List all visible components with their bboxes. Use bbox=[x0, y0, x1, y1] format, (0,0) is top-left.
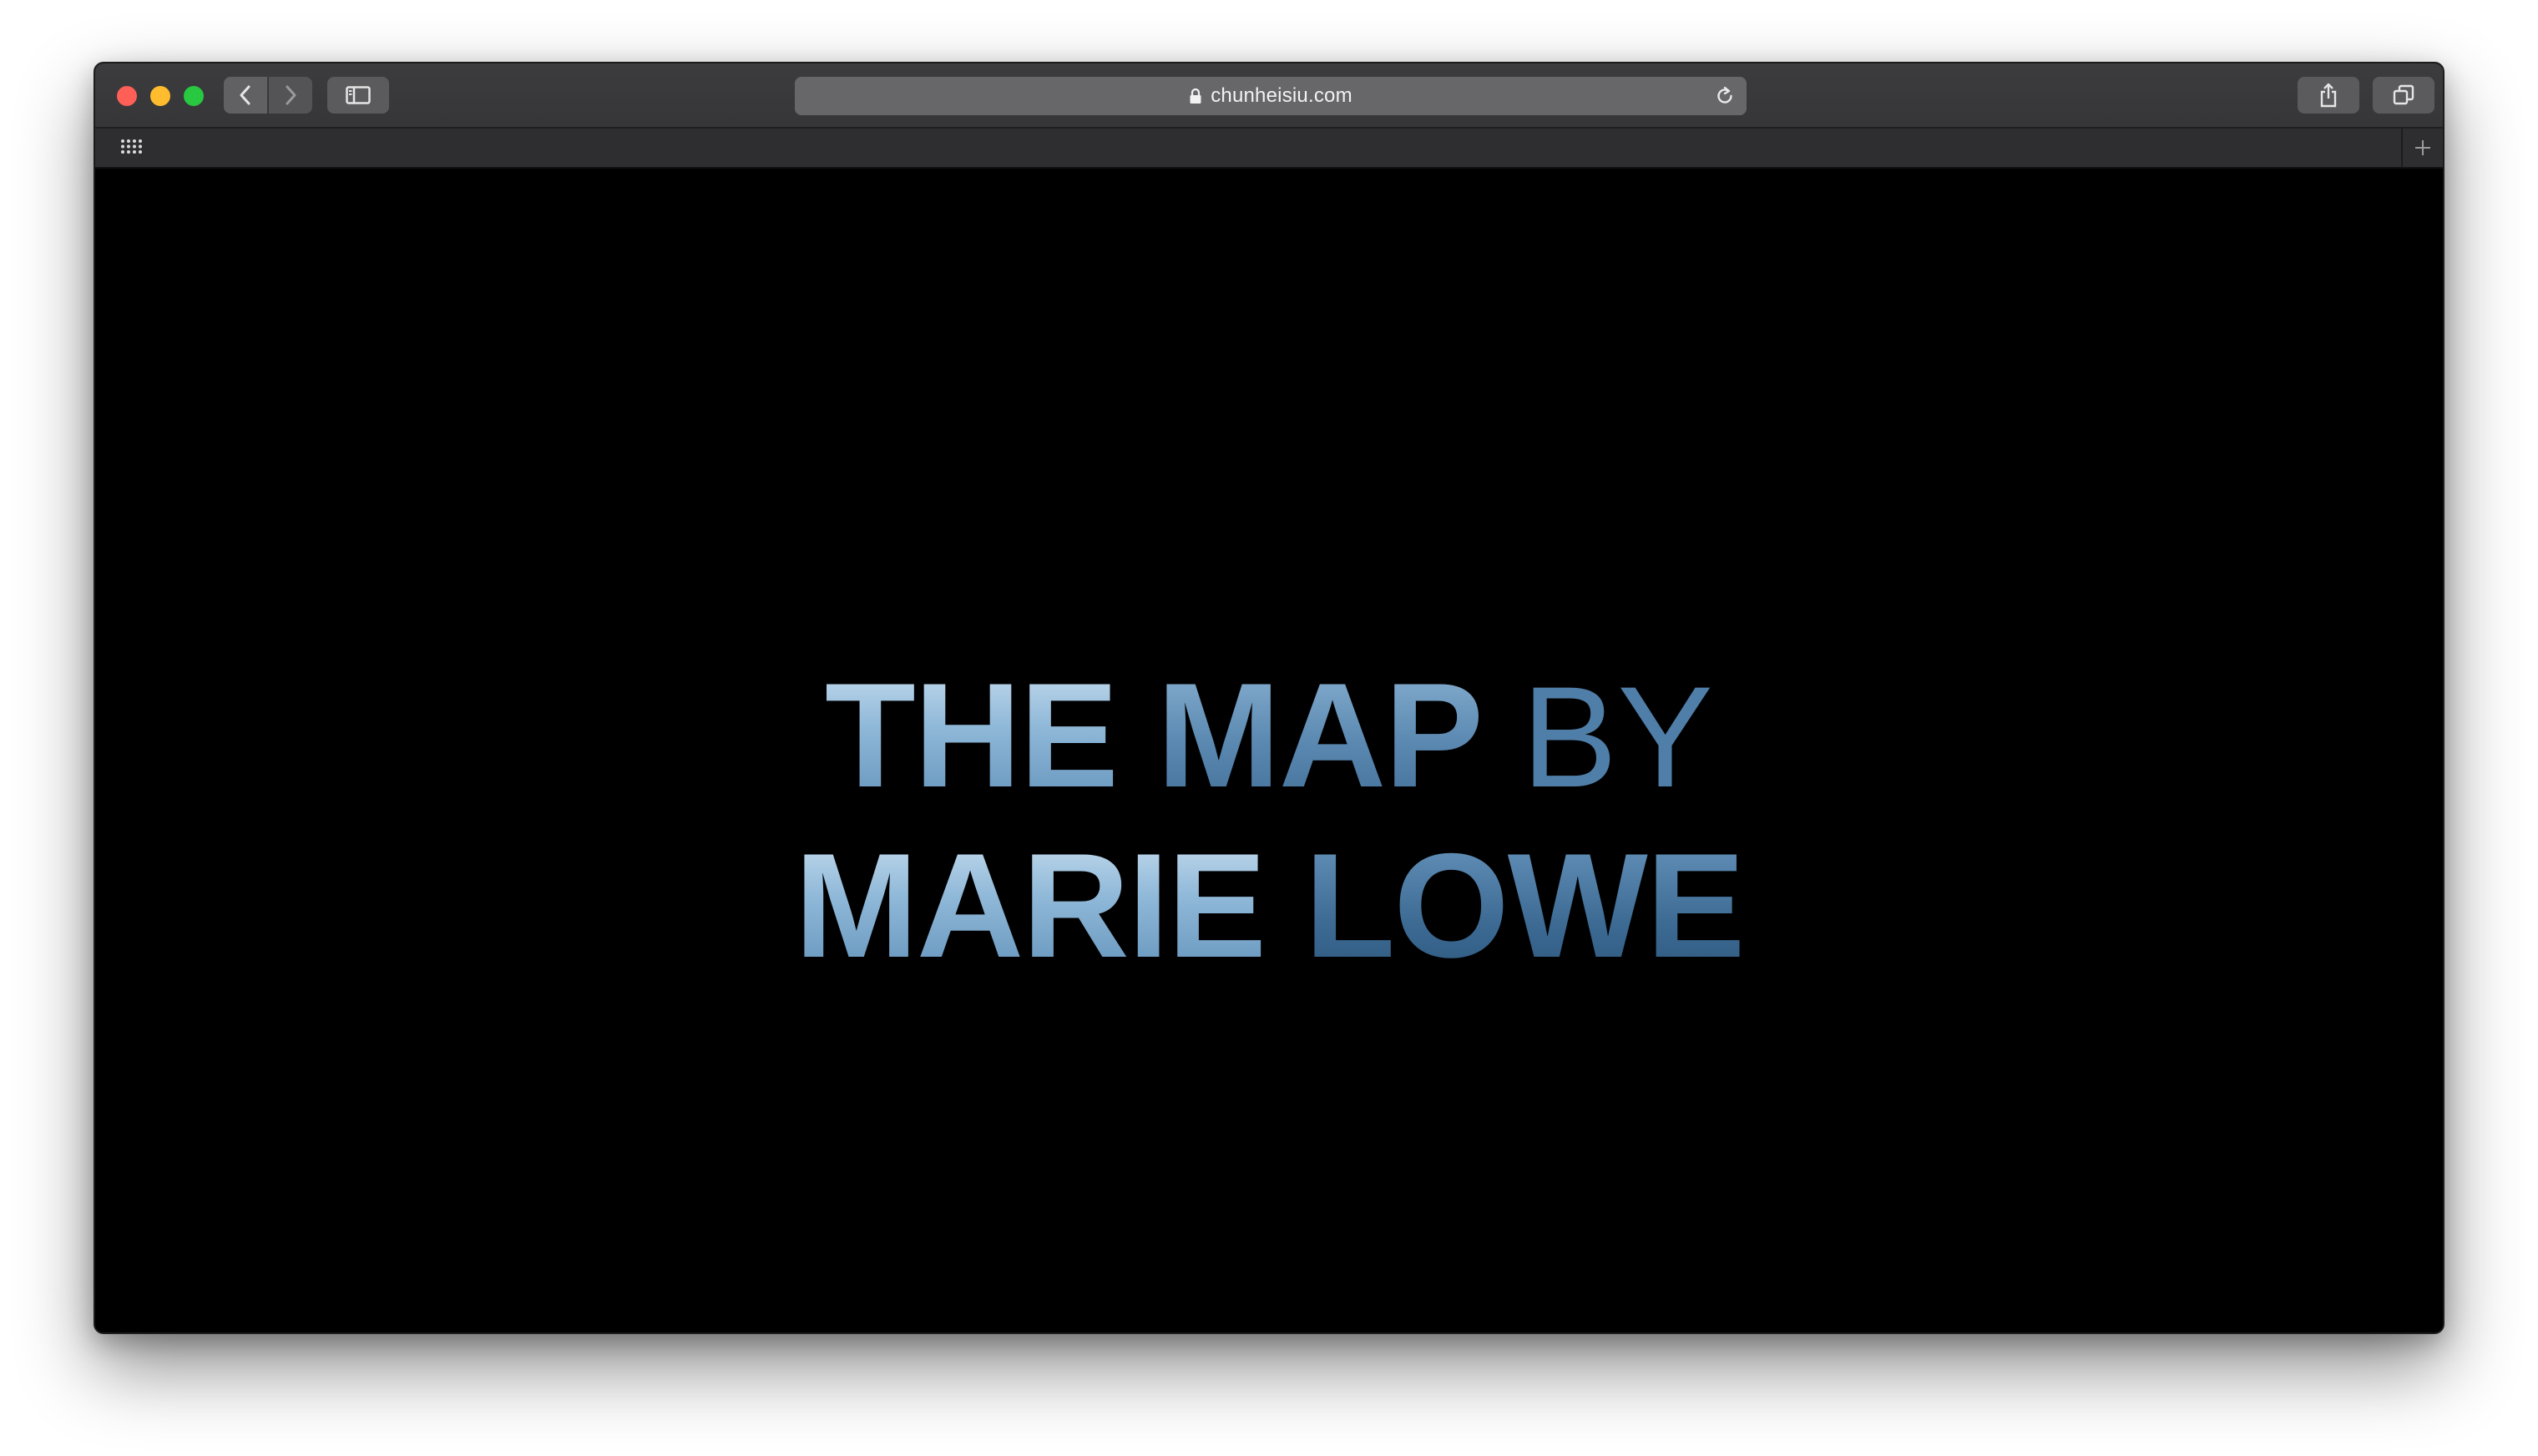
share-icon bbox=[2320, 83, 2337, 108]
browser-window: chunheisiu.com THE MAP BY MARIE LOWE bbox=[94, 62, 2444, 1334]
new-tab-button[interactable] bbox=[2401, 129, 2443, 167]
close-window-button[interactable] bbox=[117, 86, 137, 106]
lock-icon bbox=[1189, 88, 1202, 104]
maximize-window-button[interactable] bbox=[184, 86, 204, 106]
chevron-right-icon bbox=[286, 85, 296, 105]
reload-button[interactable] bbox=[1713, 84, 1737, 108]
hero-word-marie: MARIE bbox=[794, 822, 1267, 988]
favorites-bar bbox=[95, 129, 2443, 169]
address-bar-content: chunheisiu.com bbox=[795, 77, 1747, 115]
chevron-left-icon bbox=[240, 85, 250, 105]
navigation-buttons bbox=[224, 77, 312, 114]
hero-line-1: THE MAP BY bbox=[95, 651, 2443, 822]
plus-icon bbox=[2415, 140, 2430, 155]
hero-line-2: MARIE LOWE bbox=[95, 822, 2443, 990]
address-bar[interactable]: chunheisiu.com bbox=[795, 77, 1747, 115]
tab-overview-button[interactable] bbox=[2373, 77, 2434, 114]
hero-word-map: MAP bbox=[1156, 652, 1484, 818]
share-button[interactable] bbox=[2298, 77, 2359, 114]
hero-title: THE MAP BY MARIE LOWE bbox=[95, 651, 2443, 990]
sidebar-toggle-button[interactable] bbox=[327, 77, 389, 114]
minimize-window-button[interactable] bbox=[150, 86, 170, 106]
web-page-content: THE MAP BY MARIE LOWE bbox=[95, 169, 2443, 1332]
url-text: chunheisiu.com bbox=[1211, 84, 1352, 107]
sidebar-icon bbox=[346, 86, 371, 104]
forward-button[interactable] bbox=[269, 77, 312, 114]
hero-word-the: THE bbox=[825, 652, 1119, 818]
hero-word-by: BY bbox=[1521, 657, 1713, 817]
reload-icon bbox=[1717, 86, 1732, 104]
hero-word-lowe: LOWE bbox=[1304, 822, 1746, 988]
tabs-overview-icon bbox=[2393, 84, 2414, 105]
browser-toolbar: chunheisiu.com bbox=[95, 63, 2443, 129]
grid-icon[interactable] bbox=[120, 139, 145, 159]
back-button[interactable] bbox=[224, 77, 267, 114]
